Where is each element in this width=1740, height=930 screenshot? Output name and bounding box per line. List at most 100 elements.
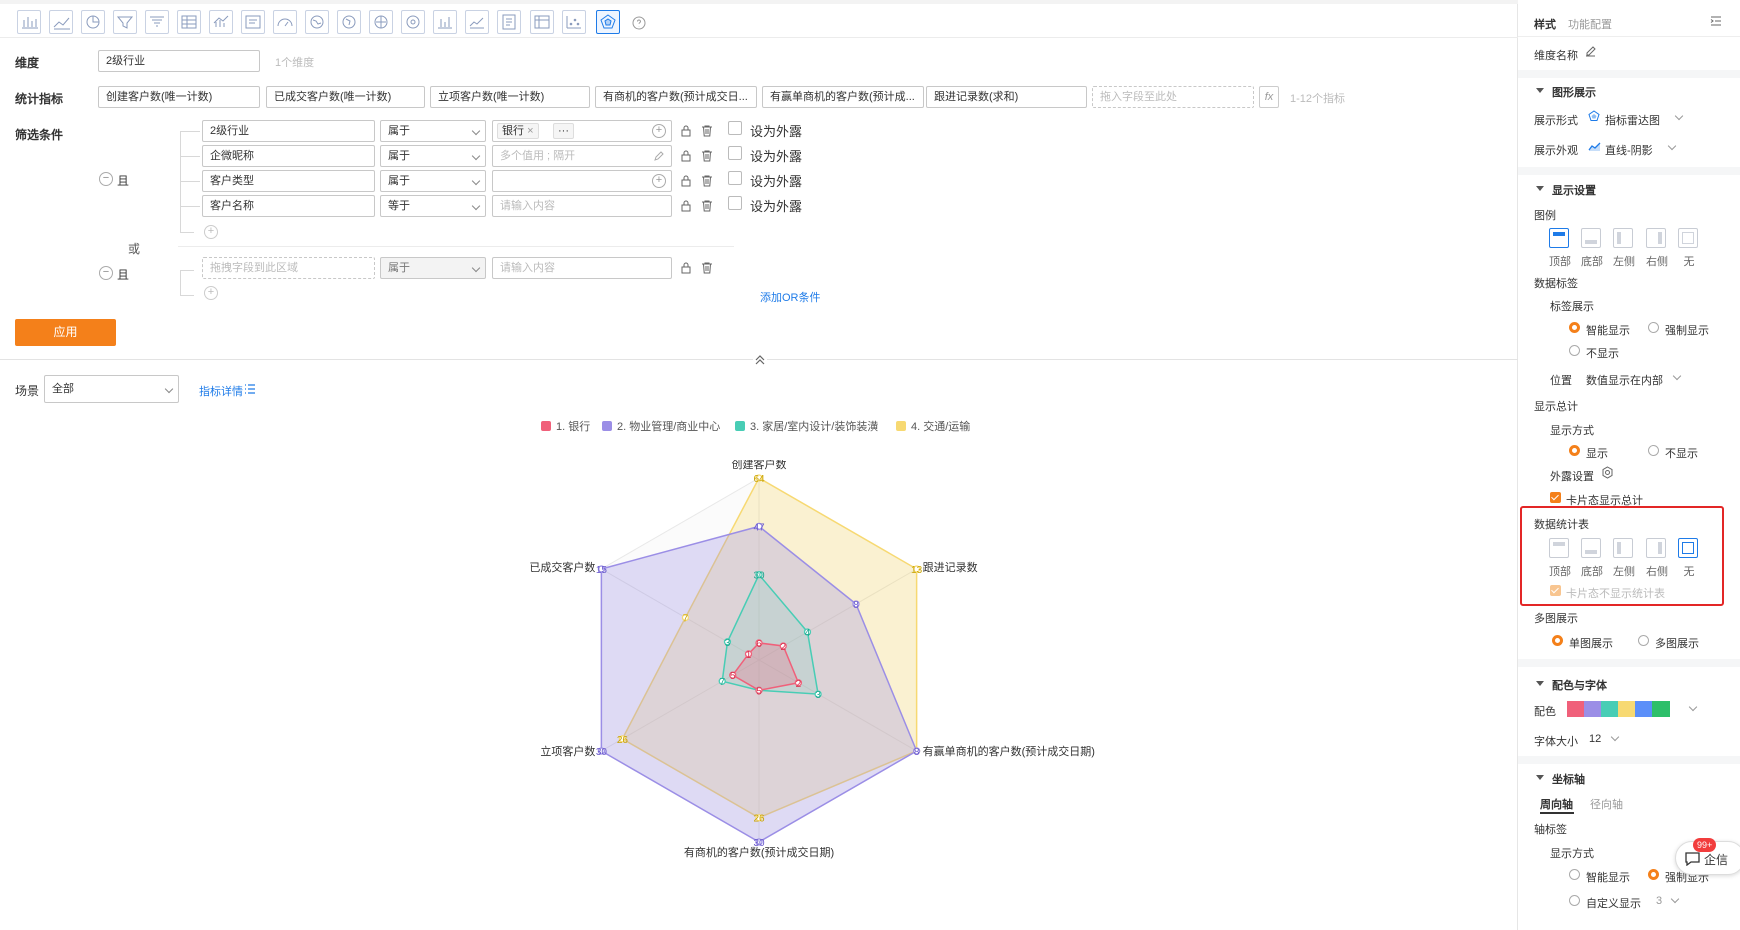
trash-icon[interactable] [700,199,714,213]
add-value-icon[interactable]: + [652,174,666,188]
chevron-down-icon[interactable] [1667,141,1677,151]
metric-field[interactable]: 有商机的客户数(预计成交日... [595,86,757,108]
legend-position-button[interactable] [1581,228,1601,248]
edit-icon[interactable] [653,150,665,162]
radio-axis-custom[interactable] [1569,895,1580,906]
legend-item[interactable]: 1. 银行 [541,418,590,434]
line-chart-2-icon[interactable] [465,10,489,34]
value-input[interactable]: + [492,170,672,192]
gauge-icon[interactable] [273,10,297,34]
legend-position-button[interactable] [1646,228,1666,248]
custom-value[interactable]: 3 [1656,895,1662,907]
collapse-group-icon[interactable]: − [99,172,113,186]
value-input[interactable]: 多个值用 ; 隔开 [492,145,672,167]
pivot-table-icon[interactable] [530,10,554,34]
legend-item[interactable]: 3. 家居/室内设计/装饰装潢 [735,418,878,434]
gear-icon[interactable] [1601,466,1614,479]
stat-table-position-button[interactable] [1581,538,1601,558]
collapse-caret-icon[interactable] [1536,186,1544,191]
card-no-table-checkbox[interactable] [1550,585,1561,596]
add-condition-icon[interactable]: + [204,286,218,300]
add-condition-icon[interactable]: + [204,225,218,239]
radio-total-hide[interactable] [1648,445,1659,456]
table-icon[interactable] [177,10,201,34]
trash-icon[interactable] [700,124,714,138]
radio-hide[interactable] [1569,345,1580,356]
drag-field-zone[interactable]: 拖拽字段到此区域 [202,257,375,279]
lock-icon[interactable] [679,174,693,188]
line-chart-icon[interactable] [49,10,73,34]
tag-close-icon[interactable]: × [527,125,533,137]
operator-select[interactable]: 属于 [380,257,486,279]
radio-force-show[interactable] [1648,322,1659,333]
legend-position-button[interactable] [1549,228,1569,248]
expose-checkbox[interactable] [728,146,742,160]
funnel-chart-2-icon[interactable] [145,10,169,34]
metric-field[interactable]: 跟进记录数(求和) [926,86,1087,108]
filter-field[interactable]: 企微昵称 [202,145,375,167]
stat-table-position-button[interactable] [1646,538,1666,558]
radio-total-show[interactable] [1569,445,1580,456]
expose-checkbox[interactable] [728,196,742,210]
radio-multi-chart[interactable] [1638,635,1649,646]
lock-icon[interactable] [679,199,693,213]
map-1-icon[interactable] [305,10,329,34]
pie-chart-icon[interactable] [81,10,105,34]
collapse-group-icon[interactable]: − [99,266,113,280]
list-icon[interactable] [244,383,256,395]
operator-select[interactable]: 属于 [380,145,486,167]
legend-item[interactable]: 2. 物业管理/商业中心 [602,418,720,434]
edit-icon[interactable] [1584,45,1597,58]
tab-style[interactable]: 样式 [1534,16,1556,32]
combo-chart-icon[interactable] [209,10,233,34]
tab-circumferential-axis[interactable]: 周向轴 [1540,796,1573,812]
palette-swatch[interactable] [1567,701,1585,717]
expose-checkbox[interactable] [728,121,742,135]
mode-value[interactable]: 指标雷达图 [1605,112,1660,128]
metric-field[interactable]: 有赢单商机的客户数(预计成... [762,86,924,108]
stat-table-position-button[interactable] [1549,538,1569,558]
metric-detail-link[interactable]: 指标详情 [199,383,243,399]
metric-field[interactable]: 立项客户数(唯一计数) [430,86,590,108]
chat-widget[interactable]: 企信 99+ [1675,838,1740,875]
stat-table-position-button[interactable] [1678,538,1698,558]
add-value-icon[interactable]: + [652,124,666,138]
chevron-down-icon[interactable] [1688,702,1698,712]
chevron-down-icon[interactable] [1670,894,1680,904]
lock-icon[interactable] [679,149,693,163]
collapse-panel-icon[interactable] [1710,15,1722,27]
map-4-icon[interactable] [401,10,425,34]
filter-field[interactable]: 客户名称 [202,195,375,217]
collapse-caret-icon[interactable] [1536,681,1544,686]
rich-text-icon[interactable] [497,10,521,34]
radio-axis-smart[interactable] [1569,869,1580,880]
radio-smart-show[interactable] [1569,322,1580,333]
collapse-caret-icon[interactable] [1536,775,1544,780]
funnel-chart-icon[interactable] [113,10,137,34]
chevron-down-icon[interactable] [1672,371,1682,381]
chevron-down-icon[interactable] [1610,732,1620,742]
formula-button[interactable]: fx [1259,86,1279,108]
add-or-condition-link[interactable]: 添加OR条件 [760,289,821,305]
scatter-chart-icon[interactable] [562,10,586,34]
apply-button[interactable]: 应用 [15,319,116,346]
expose-checkbox[interactable] [728,171,742,185]
legend-position-button[interactable] [1678,228,1698,248]
value-input[interactable]: 银行 × ··· + [492,120,672,142]
text-card-icon[interactable] [241,10,265,34]
radar-chart-icon[interactable] [596,10,620,34]
font-size-value[interactable]: 12 [1589,733,1601,745]
map-3-icon[interactable] [369,10,393,34]
operator-select[interactable]: 属于 [380,120,486,142]
metric-field[interactable]: 已成交客户数(唯一计数) [266,86,425,108]
column-chart-icon[interactable] [433,10,457,34]
legend-item[interactable]: 4. 交通/运输 [896,418,970,434]
tab-radial-axis[interactable]: 径向轴 [1590,796,1623,812]
filter-field[interactable]: 客户类型 [202,170,375,192]
chevron-down-icon[interactable] [1674,111,1684,121]
dimension-field[interactable]: 2级行业 [98,50,260,72]
collapse-up-icon[interactable] [753,353,767,367]
tab-function-config[interactable]: 功能配置 [1568,16,1612,32]
value-input[interactable]: 请输入内容 [492,257,672,279]
metric-field[interactable]: 创建客户数(唯一计数) [98,86,260,108]
